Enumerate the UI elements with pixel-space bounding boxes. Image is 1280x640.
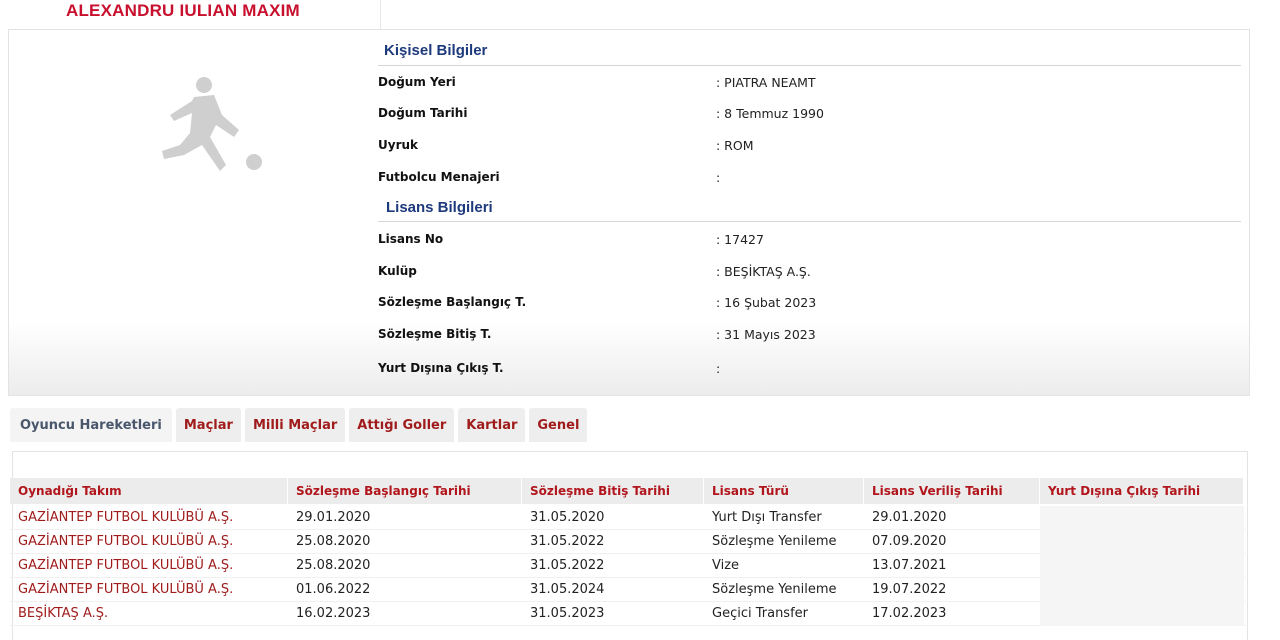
cell-abroad-exit-date [1040,602,1244,626]
tab-goals[interactable]: Attığı Goller [349,408,455,442]
table-row: BEŞİKTAŞ A.Ş. 16.02.2023 31.05.2023 Geçi… [10,602,1246,626]
cell-contract-start: 29.01.2020 [296,510,371,525]
table-row: GAZİANTEP FUTBOL KULÜBÜ A.Ş. 25.08.2020 … [10,530,1246,554]
player-photo-placeholder [9,30,381,395]
cell-abroad-exit-date [1040,554,1244,578]
cell-license-issue-date: 17.02.2023 [872,606,947,621]
cell-license-issue-date: 19.07.2022 [872,582,947,597]
nationality-value: : ROM [716,138,754,153]
cell-contract-start: 25.08.2020 [296,558,371,573]
birthplace-label: Doğum Yeri [378,75,456,89]
cell-team[interactable]: GAZİANTEP FUTBOL KULÜBÜ A.Ş. [10,578,288,602]
cell-license-type: Geçici Transfer [712,606,808,621]
tab-general[interactable]: Genel [529,408,588,442]
contract-start-value: : 16 Şubat 2023 [716,295,817,310]
personal-info-divider [378,65,1241,66]
license-info-title: Lisans Bilgileri [386,199,493,216]
cell-license-issue-date: 29.01.2020 [872,510,947,525]
tab-player-moves[interactable]: Oyuncu Hareketleri [10,408,172,442]
cell-license-issue-date: 13.07.2021 [872,558,947,573]
cell-contract-start: 25.08.2020 [296,534,371,549]
tab-national-matches[interactable]: Milli Maçlar [244,408,346,442]
cell-team[interactable]: GAZİANTEP FUTBOL KULÜBÜ A.Ş. [10,530,288,554]
cell-contract-end: 31.05.2022 [530,534,605,549]
birthdate-label: Doğum Tarihi [378,106,468,120]
table-row: GAZİANTEP FUTBOL KULÜBÜ A.Ş. 25.08.2020 … [10,554,1246,578]
header-license-type[interactable]: Lisans Türü [704,478,864,504]
cell-license-type: Sözleşme Yenileme [712,534,837,549]
table-row: GAZİANTEP FUTBOL KULÜBÜ A.Ş. 29.01.2020 … [10,506,1246,530]
personal-info-title: Kişisel Bilgiler [384,42,488,59]
header-team[interactable]: Oynadığı Takım [10,478,288,504]
contract-end-value: : 31 Mayıs 2023 [716,327,816,342]
cell-abroad-exit-date [1040,578,1244,602]
tab-matches[interactable]: Maçlar [175,408,241,442]
header-abroad-exit-date[interactable]: Yurt Dışına Çıkış Tarihi [1040,478,1244,504]
license-no-label: Lisans No [378,232,444,246]
club-label: Kulüp [378,264,417,278]
moves-table-header: Oynadığı Takım Sözleşme Başlangıç Tarihi… [10,478,1244,504]
cell-license-issue-date: 07.09.2020 [872,534,947,549]
player-tabs: Oyuncu Hareketleri Maçlar Milli Maçlar A… [10,408,588,442]
contract-start-label: Sözleşme Başlangıç T. [378,295,527,309]
nationality-label: Uyruk [378,138,419,152]
abroad-exit-label: Yurt Dışına Çıkış T. [378,361,504,375]
header-divider [380,0,381,30]
cell-contract-start: 16.02.2023 [296,606,371,621]
abroad-exit-value: : [716,361,721,376]
birthdate-value: : 8 Temmuz 1990 [716,106,824,121]
cell-contract-start: 01.06.2022 [296,582,371,597]
table-row: GAZİANTEP FUTBOL KULÜBÜ A.Ş. 01.06.2022 … [10,578,1246,602]
cell-license-type: Sözleşme Yenileme [712,582,837,597]
player-name: ALEXANDRU IULIAN MAXIM [66,1,300,20]
cell-contract-end: 31.05.2023 [530,606,605,621]
header-license-issue-date[interactable]: Lisans Veriliş Tarihi [864,478,1040,504]
club-value: : BEŞİKTAŞ A.Ş. [716,264,811,279]
moves-table-body: GAZİANTEP FUTBOL KULÜBÜ A.Ş. 29.01.2020 … [10,506,1246,626]
cell-contract-end: 31.05.2020 [530,510,605,525]
cell-contract-end: 31.05.2024 [530,582,605,597]
cell-license-type: Vize [712,558,740,573]
agent-label: Futbolcu Menajeri [378,170,500,184]
license-no-value: : 17427 [716,232,764,247]
tab-cards[interactable]: Kartlar [458,408,526,442]
profile-panel [8,29,1250,396]
cell-team[interactable]: GAZİANTEP FUTBOL KULÜBÜ A.Ş. [10,506,288,530]
agent-value: : [716,170,721,185]
header-contract-start[interactable]: Sözleşme Başlangıç Tarihi [288,478,522,504]
license-info-divider [378,221,1241,222]
cell-abroad-exit-date [1040,506,1244,530]
cell-abroad-exit-date [1040,530,1244,554]
player-silhouette-icon [162,77,262,171]
cell-license-type: Yurt Dışı Transfer [712,510,822,525]
cell-team[interactable]: GAZİANTEP FUTBOL KULÜBÜ A.Ş. [10,554,288,578]
header-contract-end[interactable]: Sözleşme Bitiş Tarihi [522,478,704,504]
cell-team[interactable]: BEŞİKTAŞ A.Ş. [10,602,288,626]
birthplace-value: : PIATRA NEAMT [716,75,816,90]
contract-end-label: Sözleşme Bitiş T. [378,327,492,341]
cell-contract-end: 31.05.2022 [530,558,605,573]
